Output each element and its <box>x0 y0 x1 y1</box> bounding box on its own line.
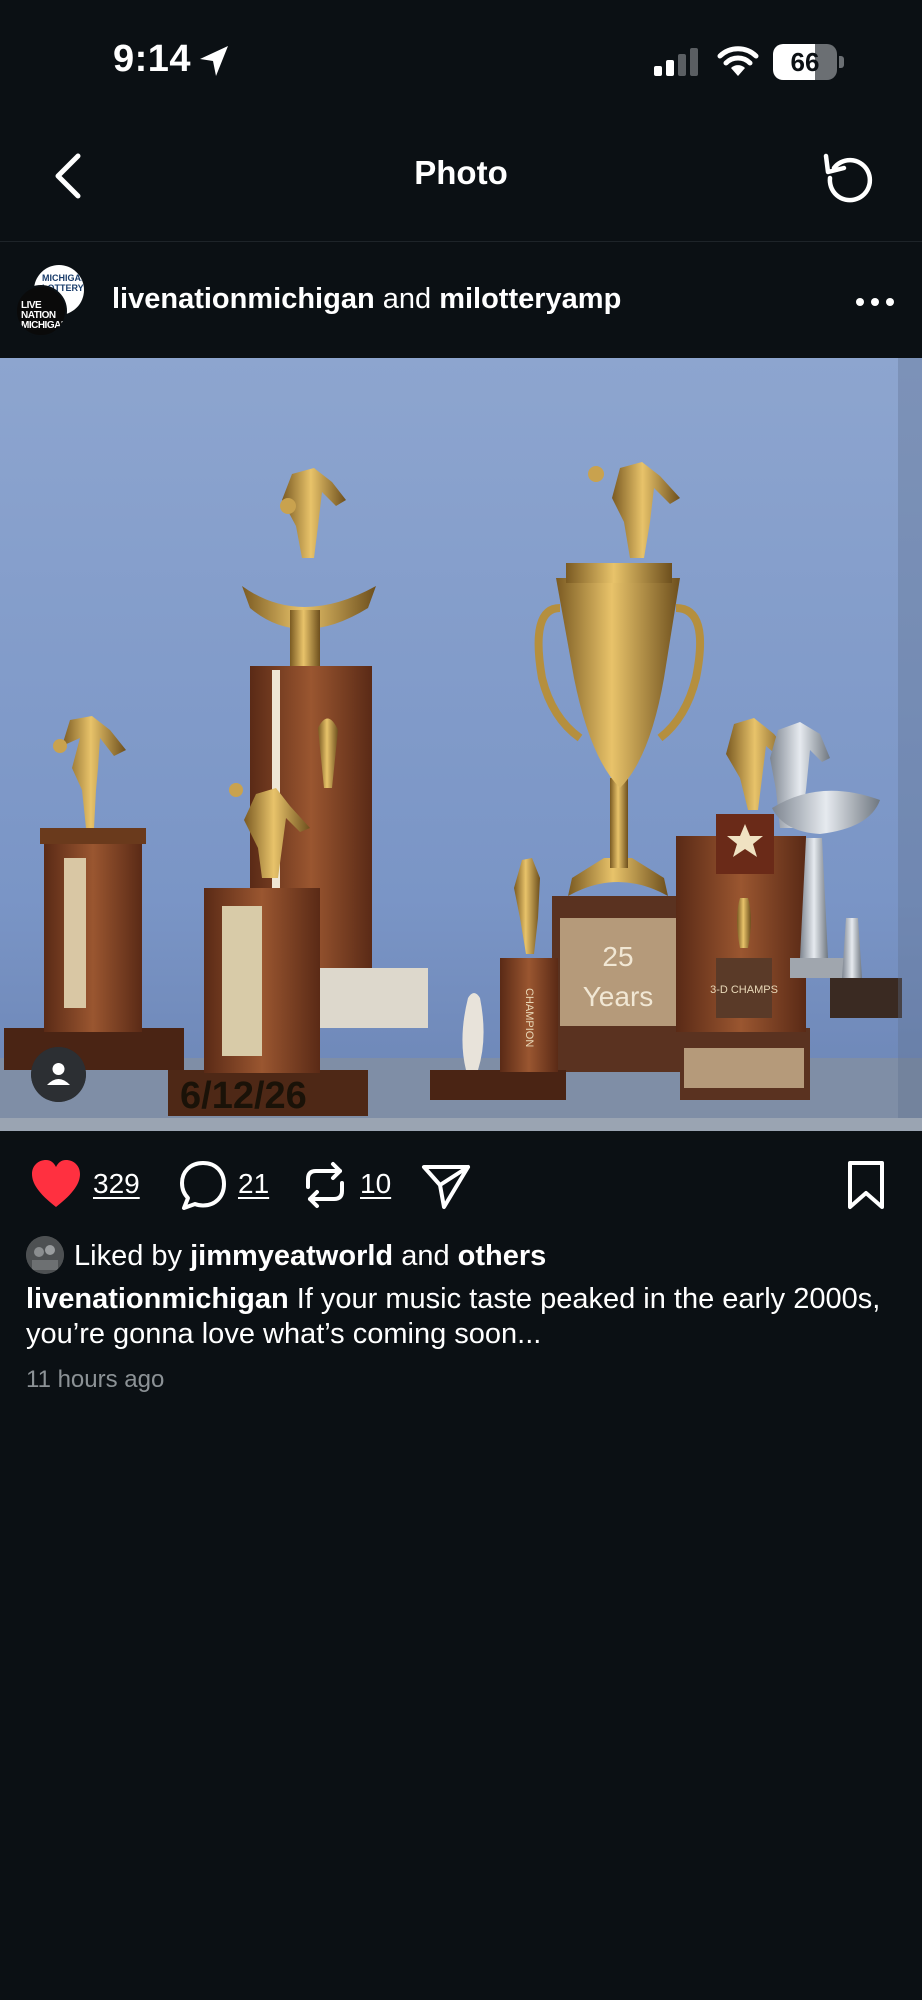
post-photo[interactable]: 6/12/26 25 Years CHAMPION 3-D CHAMPS <box>0 358 922 1131</box>
avatar-livenationmichigan[interactable]: LIVE NATION MICHIGAN <box>15 285 67 337</box>
wifi-icon <box>717 46 759 76</box>
person-tag-icon[interactable] <box>31 1047 86 1102</box>
battery-percent: 66 <box>790 47 820 77</box>
liked-by-others[interactable]: others <box>458 1240 547 1272</box>
battery-icon: 66 <box>773 44 845 80</box>
photo-small-plaque: 3-D CHAMPS <box>710 984 778 996</box>
bookmark-icon[interactable] <box>842 1157 890 1213</box>
liked-by-and: and <box>401 1240 450 1272</box>
post-actions: 329 21 10 <box>0 1131 922 1241</box>
more-horizontal-icon[interactable] <box>855 295 895 309</box>
status-time: 9:14 <box>113 38 192 80</box>
photo-plaque-years: Years <box>583 981 654 1012</box>
liked-by-text: Liked by jimmyeatworld and others <box>74 1240 546 1273</box>
top-nav: Photo <box>0 120 922 242</box>
comment-count[interactable]: 21 <box>238 1168 269 1200</box>
repost-count[interactable]: 10 <box>360 1168 391 1200</box>
avatar-front-text: LIVE NATION MICHIGAN <box>21 300 67 331</box>
location-arrow-icon <box>200 46 228 76</box>
refresh-icon[interactable] <box>820 146 880 206</box>
page-title: Photo <box>414 154 508 191</box>
authors-and: and <box>382 283 432 315</box>
comment-bubble-icon[interactable] <box>178 1157 228 1213</box>
caption-author[interactable]: livenationmichigan <box>26 1283 289 1315</box>
cellular-signal-icon <box>654 48 698 76</box>
repost-icon[interactable] <box>300 1157 350 1213</box>
status-bar: 9:14 66 <box>0 0 922 120</box>
post-timestamp: 11 hours ago <box>26 1366 165 1393</box>
post-header: MICHIGAN LOTTERY LIVE NATION MICHIGAN li… <box>0 243 922 358</box>
heart-icon[interactable] <box>30 1157 82 1213</box>
photo-champion-text: CHAMPION <box>523 988 535 1047</box>
liked-by-avatar <box>26 1236 64 1274</box>
author-link-1[interactable]: livenationmichigan <box>112 283 375 315</box>
post-caption: livenationmichigan If your music taste p… <box>26 1282 896 1352</box>
trophy-photo: 6/12/26 25 Years CHAMPION 3-D CHAMPS <box>0 358 922 1131</box>
photo-plaque-25: 25 <box>602 941 633 972</box>
photo-date-text: 6/12/26 <box>180 1075 307 1117</box>
author-link-2[interactable]: milotteryamp <box>439 283 621 315</box>
send-icon[interactable] <box>420 1157 472 1213</box>
post-authors: livenationmichigan and milotteryamp <box>112 283 621 316</box>
like-count[interactable]: 329 <box>93 1168 140 1200</box>
liked-by-user[interactable]: jimmyeatworld <box>190 1240 393 1272</box>
liked-by-prefix: Liked by <box>74 1240 183 1272</box>
